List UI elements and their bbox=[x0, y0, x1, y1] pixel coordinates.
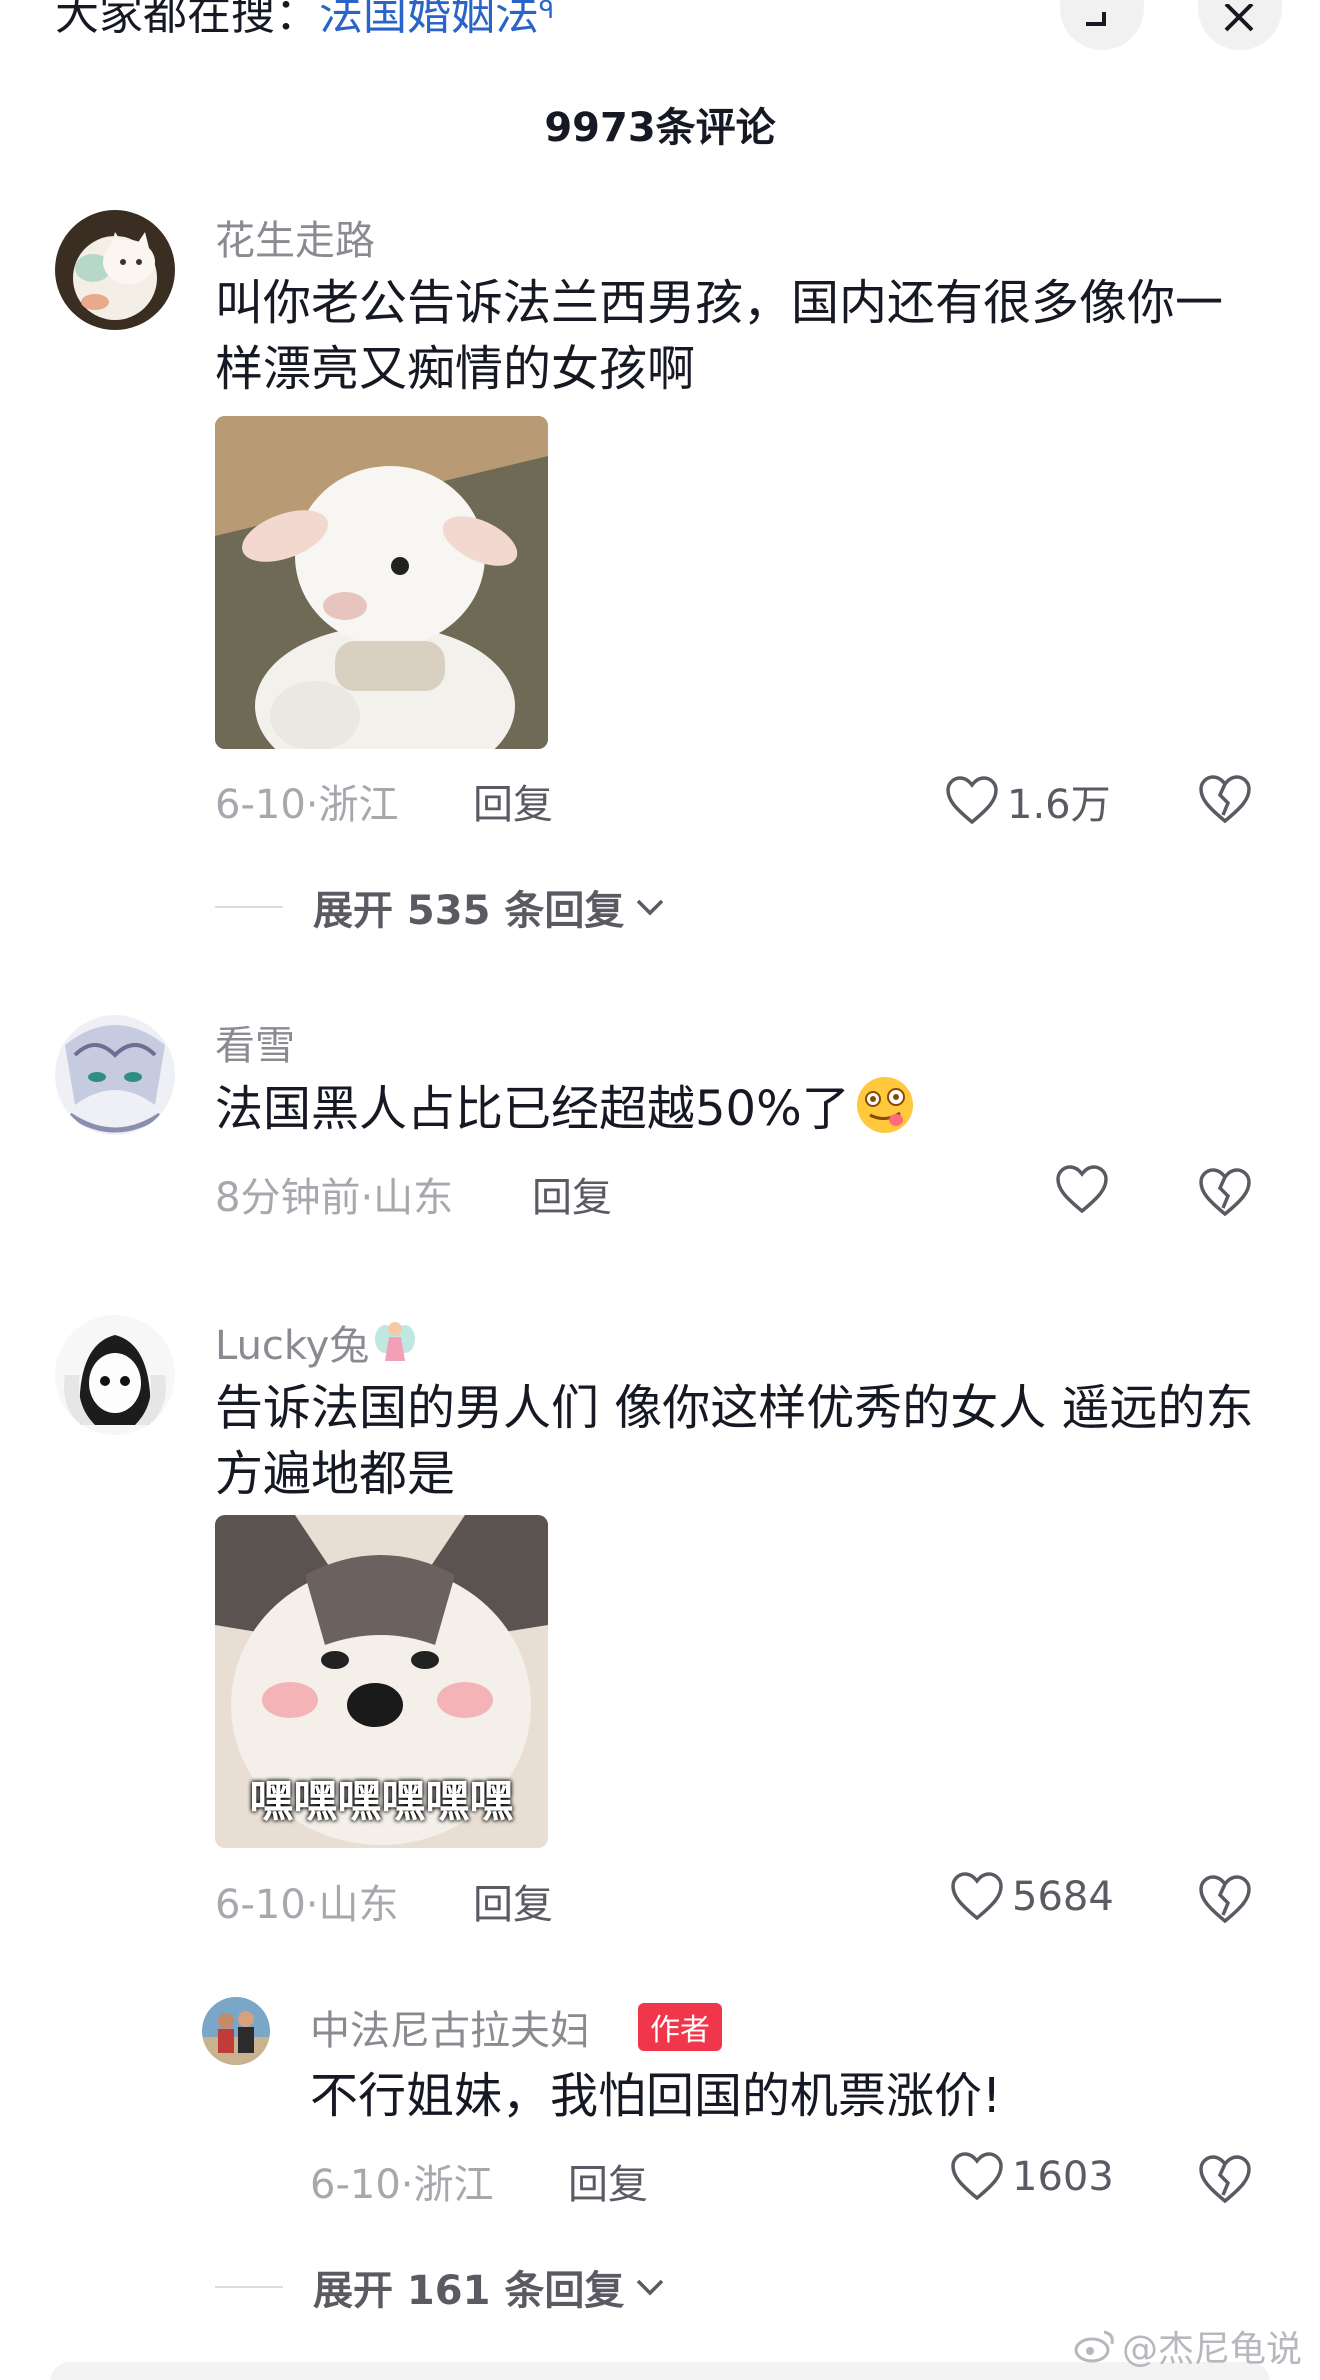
comment-meta: 6-10·山东 bbox=[215, 1882, 399, 1928]
chevron-down-icon bbox=[637, 2279, 664, 2296]
broken-heart-icon bbox=[1199, 2155, 1251, 2204]
chevron-down-icon bbox=[637, 899, 664, 916]
avatar[interactable] bbox=[55, 1015, 175, 1135]
like-button[interactable]: 5684 bbox=[950, 1872, 1114, 1922]
heart-icon bbox=[1056, 1165, 1108, 1214]
comment-username[interactable]: 看雪 bbox=[215, 1013, 295, 1071]
weibo-logo-icon bbox=[1074, 2330, 1114, 2363]
reply-button[interactable]: 回复 bbox=[568, 2152, 648, 2210]
watermark-text: @杰尼龟说 bbox=[1121, 2329, 1302, 2370]
expand-replies-label: 展开 535 条回复 bbox=[313, 888, 625, 934]
minimize-icon bbox=[1086, 12, 1106, 26]
divider bbox=[215, 906, 283, 908]
search-suggestion[interactable]: 大家都在搜：法国婚姻法ᑫ bbox=[55, 0, 554, 42]
dislike-button[interactable] bbox=[1198, 1875, 1252, 1929]
top-bar: 大家都在搜：法国婚姻法ᑫ bbox=[0, 0, 1320, 60]
broken-heart-icon bbox=[1199, 1875, 1251, 1924]
comment-text: 告诉法国的男人们 像你这样优秀的女人 遥远的东方遍地都是 bbox=[215, 1380, 1254, 1502]
close-button[interactable] bbox=[1198, 0, 1282, 50]
reply-button[interactable]: 回复 bbox=[473, 772, 553, 830]
fairy-icon bbox=[375, 1322, 416, 1361]
reply-meta: 6-10·浙江 bbox=[310, 2162, 494, 2208]
reply-button[interactable]: 回复 bbox=[532, 1165, 612, 1223]
like-count: 1.6万 bbox=[1007, 782, 1111, 828]
avatar[interactable] bbox=[55, 1315, 175, 1435]
watermark: @杰尼龟说 bbox=[1074, 2320, 1302, 2372]
broken-heart-icon bbox=[1199, 1168, 1251, 1217]
comment-username[interactable]: 花生走路 bbox=[215, 208, 375, 266]
author-avatar[interactable] bbox=[202, 1997, 270, 2065]
username-text: Lucky兔 bbox=[215, 1323, 370, 1369]
like-button[interactable] bbox=[1055, 1165, 1117, 1215]
reply-button[interactable]: 回复 bbox=[473, 1872, 553, 1930]
comment-count: 9973条评论 bbox=[544, 105, 776, 151]
reply-text: 不行姐妹，我怕回国的机票涨价! bbox=[310, 2068, 1002, 2124]
drooling-face-emoji-icon bbox=[856, 1077, 913, 1133]
like-count: 1603 bbox=[1012, 2154, 1114, 2200]
broken-heart-icon bbox=[1199, 775, 1251, 824]
avatar[interactable] bbox=[55, 210, 175, 330]
like-button[interactable]: 1.6万 bbox=[945, 772, 1111, 830]
heart-icon bbox=[951, 2152, 1003, 2201]
divider bbox=[215, 2286, 283, 2288]
expand-replies-label: 展开 161 条回复 bbox=[313, 2268, 625, 2314]
expand-replies-button[interactable]: 展开 161 条回复 bbox=[215, 2258, 668, 2316]
author-badge: 作者 bbox=[638, 2003, 722, 2051]
comment-text: 叫你老公告诉法兰西男孩，国内还有很多像你一样漂亮又痴情的女孩啊 bbox=[215, 275, 1224, 397]
comment-meta: 8分钟前·山东 bbox=[215, 1175, 454, 1221]
heart-icon bbox=[946, 776, 998, 825]
comment-text: 法国黑人占比已经超越50%了 bbox=[215, 1075, 1245, 1142]
sticker-caption: 嘿嘿嘿嘿嘿嘿 bbox=[249, 1776, 514, 1827]
dislike-button[interactable] bbox=[1198, 2155, 1252, 2209]
close-icon bbox=[1224, 4, 1254, 32]
search-icon: ᑫ bbox=[539, 0, 555, 24]
husky-sticker[interactable]: 嘿嘿嘿嘿嘿嘿 bbox=[215, 1515, 548, 1848]
minimize-button[interactable] bbox=[1060, 0, 1144, 50]
like-button[interactable]: 1603 bbox=[950, 2152, 1114, 2202]
comment-meta: 6-10·浙江 bbox=[215, 782, 399, 828]
dislike-button[interactable] bbox=[1198, 775, 1252, 829]
dislike-button[interactable] bbox=[1198, 1168, 1252, 1222]
search-keyword[interactable]: 法国婚姻法 bbox=[319, 0, 539, 40]
search-prefix: 大家都在搜： bbox=[55, 0, 319, 40]
comment-username[interactable]: Lucky兔 bbox=[215, 1313, 417, 1371]
heart-icon bbox=[951, 1872, 1003, 1921]
comment-text-content: 法国黑人占比已经超越50%了 bbox=[215, 1081, 850, 1137]
lamb-sticker[interactable] bbox=[215, 416, 548, 749]
expand-replies-button[interactable]: 展开 535 条回复 bbox=[215, 878, 668, 936]
reply-username[interactable]: 中法尼古拉夫妇 bbox=[310, 1998, 590, 2056]
like-count: 5684 bbox=[1012, 1874, 1114, 1920]
